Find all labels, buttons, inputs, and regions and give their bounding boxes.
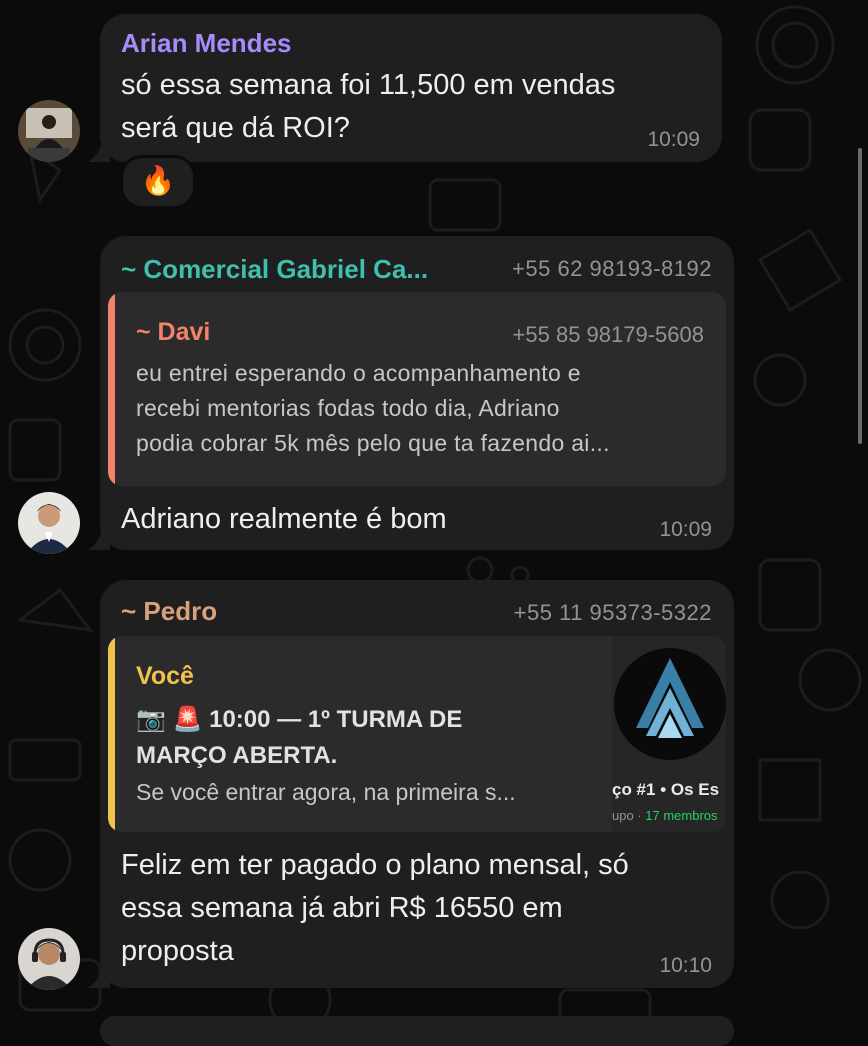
sender-name[interactable]: ~ Pedro	[121, 596, 217, 627]
quoted-sender: ~ Davi	[136, 318, 211, 346]
message-line: essa semana já abri R$ 16550 em	[121, 892, 563, 924]
message-bubble[interactable]: Arian Mendes só essa semana foi 11,500 e…	[100, 14, 722, 162]
message-time: 10:09	[659, 518, 712, 541]
quoted-line: 📷 🚨 10:00 — 1º TURMA DE	[136, 706, 463, 733]
quoted-headline: 📷 🚨 10:00 — 1º TURMA DE MARÇO ABERTA.	[136, 702, 616, 774]
message-bubble[interactable]: ~ Pedro +55 11 95373-5322 Você 📷 🚨 10:00…	[100, 580, 734, 988]
message-text: Feliz em ter pagado o plano mensal, só e…	[121, 844, 629, 973]
quoted-message[interactable]: ~ Davi +55 85 98179-5608 eu entrei esper…	[108, 292, 726, 486]
message-time: 10:09	[647, 128, 700, 151]
quoted-line: recebi mentorias fodas todo dia, Adriano	[136, 395, 560, 421]
quoted-text: 📷 🚨 10:00 — 1º TURMA DE MARÇO ABERTA. Se…	[136, 702, 616, 810]
group-label: upo ·	[612, 808, 646, 823]
quote-bar	[108, 636, 115, 832]
message-line: será que dá ROI?	[121, 112, 350, 144]
quoted-line: podia cobrar 5k mês pelo que ta fazendo …	[136, 430, 610, 456]
quoted-line: Se você entrar agora, na primeira s...	[136, 779, 516, 805]
quoted-text: eu entrei esperando o acompanhamento e r…	[136, 356, 610, 461]
reaction-badge[interactable]: 🔥	[120, 155, 196, 209]
group-thumbnail[interactable]: ço #1 • Os Es upo · 17 membros	[612, 636, 726, 832]
quoted-message[interactable]: Você 📷 🚨 10:00 — 1º TURMA DE MARÇO ABERT…	[108, 636, 726, 832]
message-text: só essa semana foi 11,500 em vendas será…	[121, 64, 615, 150]
group-name: ço #1 • Os Es	[612, 780, 720, 799]
sender-phone: +55 62 98193-8192	[512, 256, 712, 281]
quote-bar	[108, 292, 115, 486]
quoted-line: MARÇO ABERTA.	[136, 742, 338, 769]
group-member-count: 17 membros	[645, 808, 718, 823]
scrollbar[interactable]	[858, 148, 862, 444]
sender-phone: +55 11 95373-5322	[513, 600, 712, 625]
quoted-line: eu entrei esperando o acompanhamento e	[136, 360, 581, 386]
message-line: Feliz em ter pagado o plano mensal, só	[121, 849, 629, 881]
avatar[interactable]	[18, 492, 80, 554]
avatar[interactable]	[18, 928, 80, 990]
quoted-sender: Você	[136, 662, 194, 690]
group-logo-icon	[614, 648, 726, 760]
message-text: Adriano realmente é bom	[121, 503, 447, 535]
message-time: 10:10	[659, 954, 712, 977]
sender-name[interactable]: ~ Comercial Gabriel Ca...	[121, 254, 428, 285]
group-members: upo · 17 membros	[612, 808, 718, 823]
message-line: só essa semana foi 11,500 em vendas	[121, 69, 616, 101]
quoted-phone: +55 85 98179-5608	[512, 322, 704, 347]
avatar[interactable]	[18, 100, 80, 162]
next-message-bubble[interactable]	[100, 1016, 734, 1046]
message-line: proposta	[121, 935, 234, 967]
message-bubble[interactable]: ~ Comercial Gabriel Ca... +55 62 98193-8…	[100, 236, 734, 550]
sender-name[interactable]: Arian Mendes	[121, 28, 292, 59]
fire-emoji-icon: 🔥	[140, 165, 176, 196]
